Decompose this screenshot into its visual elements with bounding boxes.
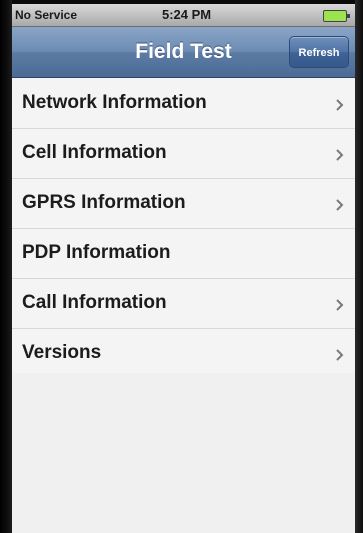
list-item-cell-information[interactable]: Cell Information <box>12 129 355 179</box>
list-item-label: Cell Information <box>22 142 167 163</box>
chevron-right-icon <box>336 99 344 111</box>
list-item-label: GPRS Information <box>22 192 186 213</box>
list-item-label: Versions <box>22 342 102 363</box>
battery-icon <box>323 10 350 22</box>
list-item-call-information[interactable]: Call Information <box>12 279 355 329</box>
list-item-label: Network Information <box>22 92 207 113</box>
list-item-pdp-information[interactable]: PDP Information <box>12 229 355 279</box>
menu-list: Network Information Cell Information GPR… <box>12 79 355 379</box>
carrier-label: No Service <box>15 8 78 22</box>
list-item-versions[interactable]: Versions <box>12 329 355 379</box>
device-bezel-left <box>0 0 12 533</box>
refresh-button[interactable]: Refresh <box>289 36 349 68</box>
device-bezel-right <box>355 0 363 533</box>
chevron-right-icon <box>336 349 344 361</box>
list-item-gprs-information[interactable]: GPRS Information <box>12 179 355 229</box>
list-item-label: PDP Information <box>22 242 171 263</box>
status-time: 5:24 PM <box>162 7 212 22</box>
empty-list-area <box>12 373 355 533</box>
status-bar: No Service 5:24 PM <box>12 4 355 27</box>
chevron-right-icon <box>336 199 344 211</box>
chevron-right-icon <box>336 299 344 311</box>
navigation-bar: Field Test Refresh <box>12 27 355 78</box>
screen: No Service 5:24 PM Field Test Refresh Ne… <box>12 4 355 533</box>
chevron-right-icon <box>336 149 344 161</box>
list-item-network-information[interactable]: Network Information <box>12 79 355 129</box>
list-item-label: Call Information <box>22 292 167 313</box>
